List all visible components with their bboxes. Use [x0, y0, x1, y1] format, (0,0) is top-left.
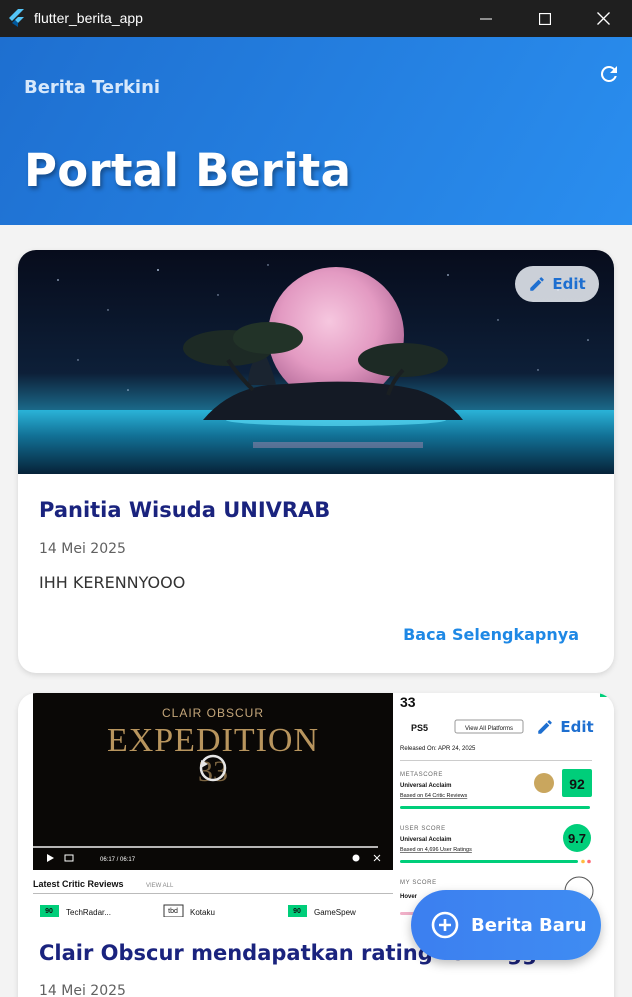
- article-excerpt: IHH KERENNYOOO: [39, 573, 186, 592]
- video-time: 06:17 / 06:17: [100, 857, 136, 863]
- view-platforms: View All Platforms: [465, 726, 513, 732]
- close-icon: [596, 12, 610, 25]
- edit-button[interactable]: Edit: [523, 709, 607, 745]
- video-big-title: EXPEDITION: [107, 722, 319, 759]
- article-date: 14 Mei 2025: [39, 983, 126, 997]
- critic-name: Kotaku: [190, 908, 215, 917]
- critic-score: 90: [45, 908, 53, 915]
- myscore-label: MY SCORE: [400, 880, 437, 886]
- metascore-verdict: Universal Acclaim: [400, 783, 451, 789]
- close-button[interactable]: [574, 0, 632, 37]
- userscore-value: 9.7: [568, 831, 586, 846]
- platform: PS5: [411, 723, 428, 733]
- release-date: Released On: APR 24, 2025: [400, 746, 476, 752]
- article-title: Panitia Wisuda UNIVRAB: [39, 498, 331, 522]
- maximize-icon: [539, 12, 551, 25]
- page-title: Portal Berita: [24, 144, 352, 197]
- news-image: Edit: [18, 250, 614, 474]
- critic-heading: Latest Critic Reviews: [33, 879, 124, 889]
- app-header: Berita Terkini Portal Berita: [0, 37, 632, 225]
- critic-name: TechRadar...: [66, 908, 111, 917]
- userscore-based: Based on 4,696 User Ratings: [400, 847, 472, 853]
- critic-score: tbd: [168, 908, 178, 915]
- maximize-button[interactable]: [516, 0, 574, 37]
- refresh-button[interactable]: [594, 59, 624, 89]
- video-small-title: CLAIR OBSCUR: [162, 706, 264, 720]
- article-date: 14 Mei 2025: [39, 541, 126, 557]
- refresh-icon: [600, 65, 617, 82]
- add-news-label: Berita Baru: [471, 914, 587, 936]
- window-title: flutter_berita_app: [34, 10, 143, 26]
- minimize-icon: [480, 18, 492, 19]
- window-titlebar: flutter_berita_app: [0, 0, 632, 37]
- view-all: VIEW ALL: [146, 883, 174, 889]
- pencil-icon: [538, 720, 553, 734]
- metascore-based: Based on 64 Critic Reviews: [400, 793, 468, 799]
- critic-name: GameSpew: [314, 908, 356, 917]
- critic-score: 90: [293, 908, 301, 915]
- add-circle-icon: [431, 911, 459, 939]
- myscore-hover: Hover: [400, 894, 418, 900]
- pencil-icon: [530, 277, 545, 291]
- flutter-icon: [8, 9, 26, 27]
- userscore-label: USER SCORE: [400, 826, 446, 832]
- metascore-value: 92: [569, 776, 585, 792]
- read-more-link[interactable]: Baca Selengkapnya: [403, 625, 579, 644]
- metascore-label: METASCORE: [400, 772, 443, 778]
- edit-label: Edit: [552, 275, 586, 293]
- edit-label: Edit: [560, 718, 594, 736]
- news-image: CLAIR OBSCUR EXPEDITION 33 06:17 / 06:17…: [18, 693, 614, 917]
- page-number: 33: [400, 694, 416, 710]
- add-news-button[interactable]: Berita Baru: [411, 890, 601, 960]
- userscore-verdict: Universal Acclaim: [400, 837, 451, 843]
- minimize-button[interactable]: [457, 0, 515, 37]
- edit-button[interactable]: Edit: [515, 266, 599, 302]
- header-subtitle: Berita Terkini: [24, 77, 161, 98]
- news-card[interactable]: Edit Panitia Wisuda UNIVRAB 14 Mei 2025 …: [18, 250, 614, 673]
